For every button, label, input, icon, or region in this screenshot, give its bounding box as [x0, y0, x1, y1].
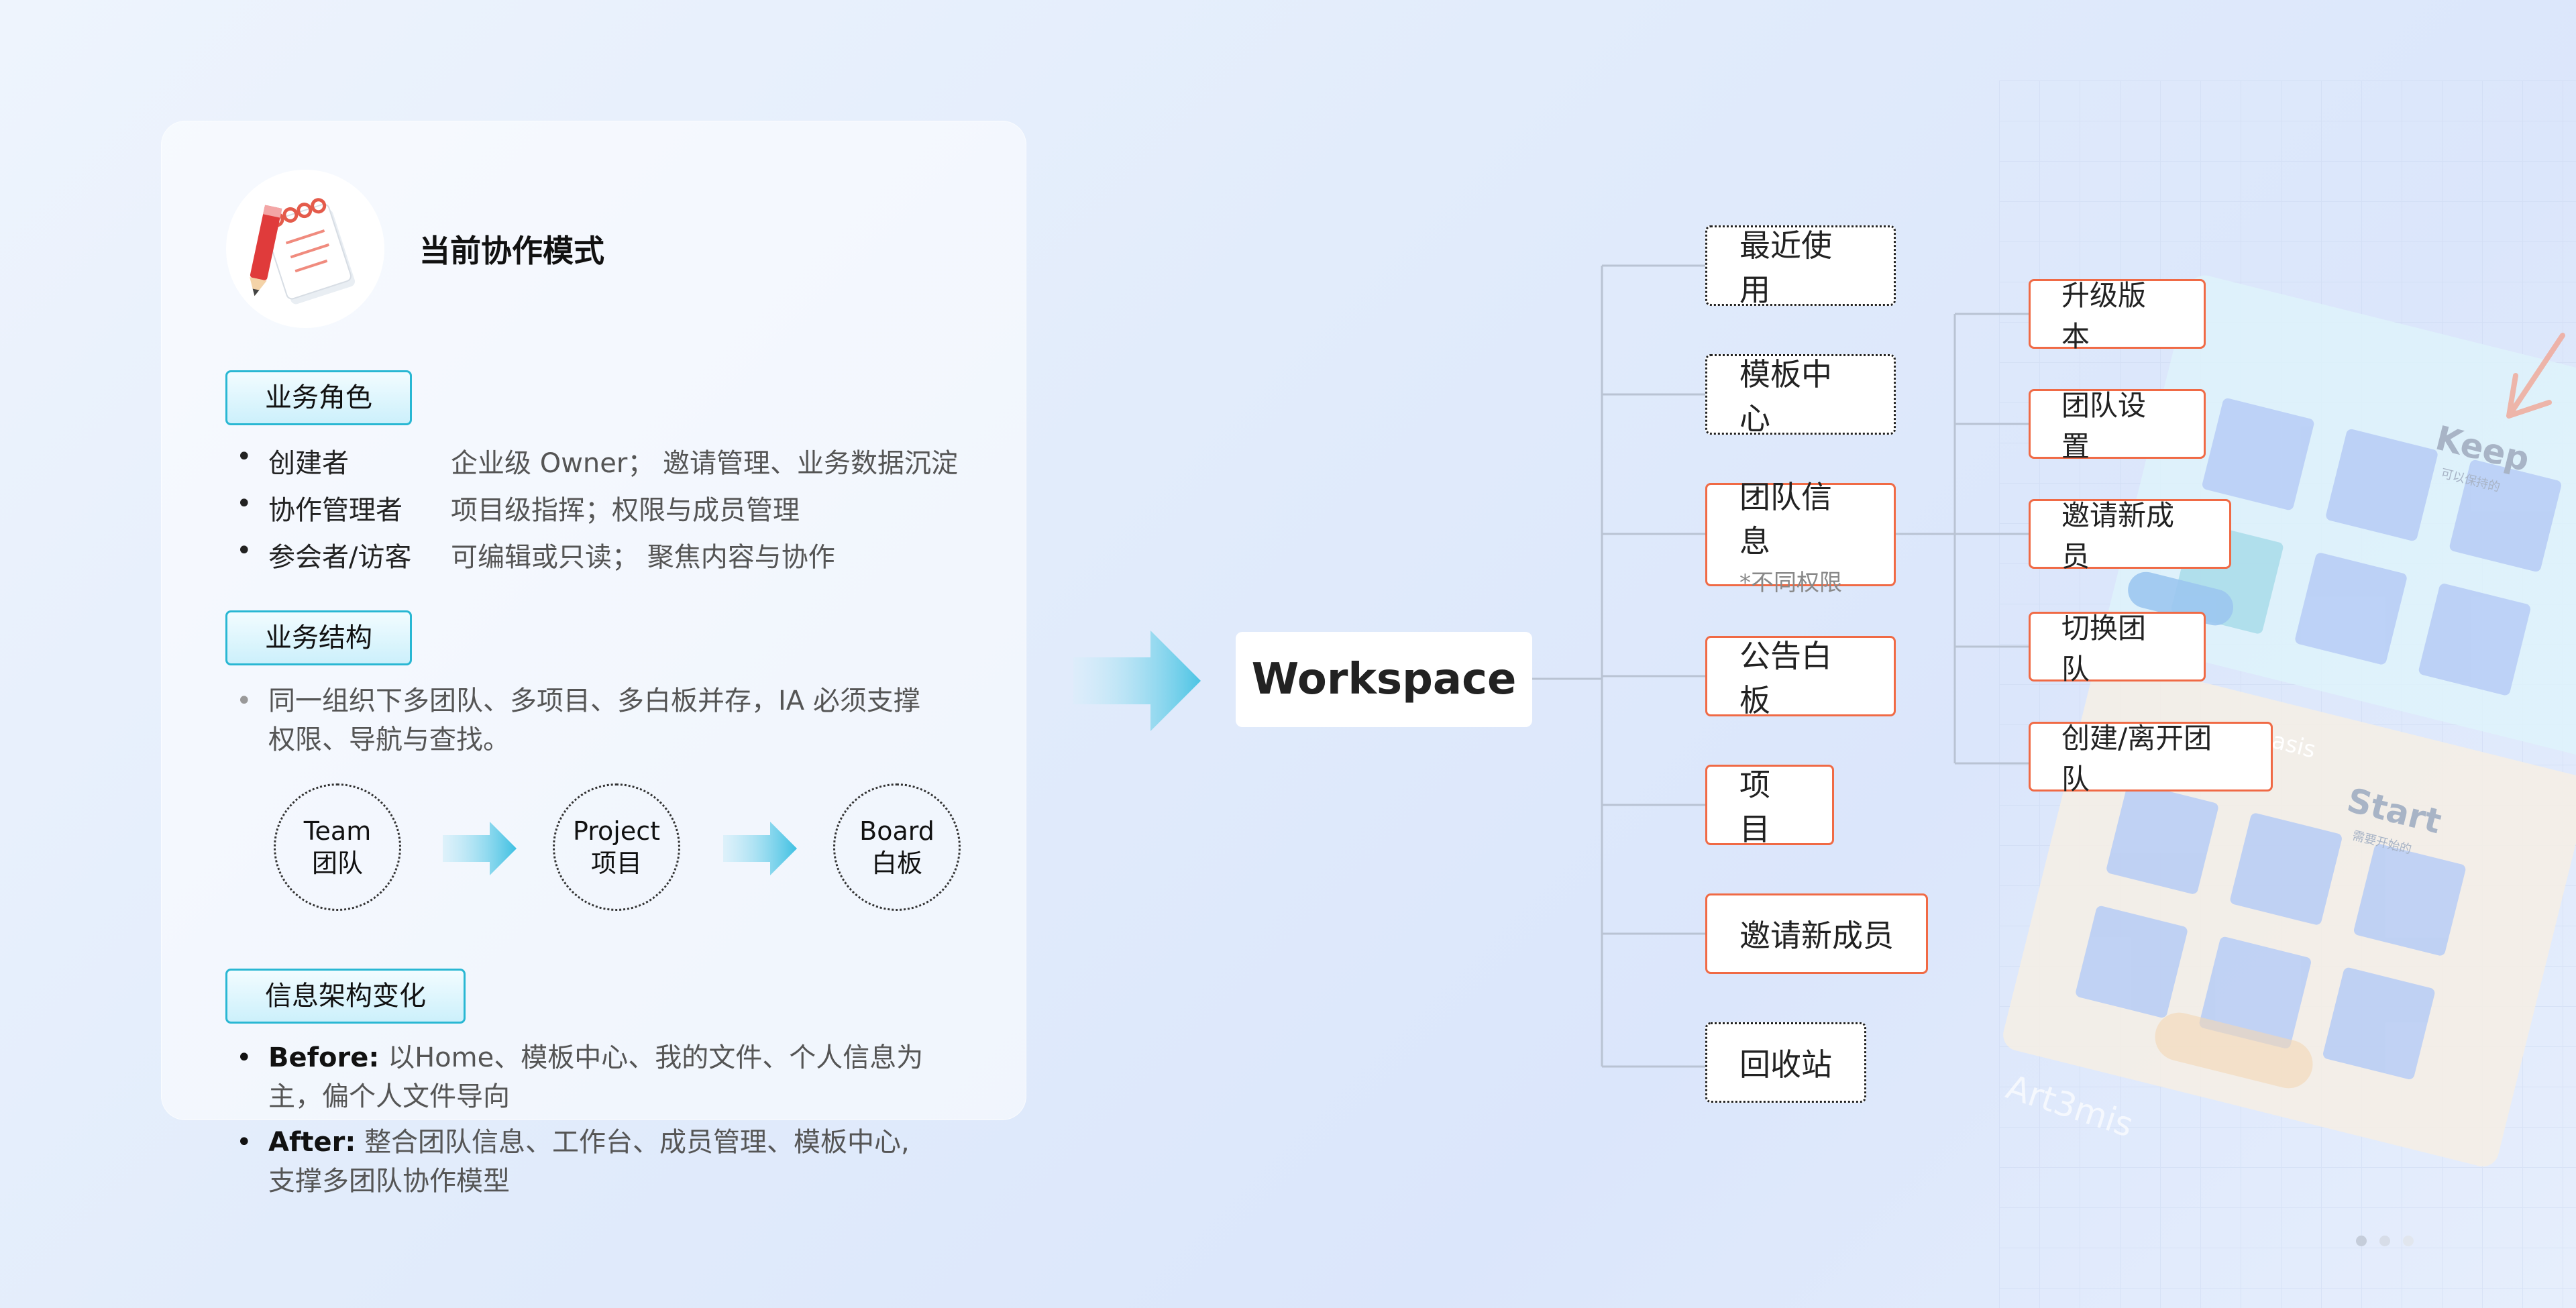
after-bullet: • After: 整合团队信息、工作台、成员管理、模板中心, 支撑多团队协作模型: [236, 1123, 1014, 1201]
decorative-board-background: Keep 可以保持的 Start 需要开始的 Oasis Art3mis: [1999, 80, 2576, 1308]
node-label: 公告白板: [1739, 638, 1832, 718]
node-invite-new-member[interactable]: 邀请新成员: [2029, 499, 2231, 573]
notebook-icon-container: [226, 170, 384, 328]
bullet-dot: •: [236, 1127, 252, 1158]
node-recycle-bin[interactable]: 回收站: [1705, 1022, 1866, 1103]
role-desc: 项目级指挥；权限与成员管理: [451, 495, 800, 526]
flow-node-team: Team 团队: [274, 783, 401, 911]
node-label: 团队信息: [1739, 478, 1832, 559]
node-team-info[interactable]: 团队信息 *不同权限: [1705, 479, 1896, 596]
node-invite-member[interactable]: 邀请新成员: [1705, 893, 1928, 974]
bullet-dot: •: [236, 1042, 252, 1073]
after-label: After:: [268, 1127, 356, 1158]
role-name: 参会者/访客: [268, 542, 412, 573]
node-label: 邀请新成员: [1739, 918, 1894, 954]
role-name: 创建者: [268, 448, 349, 479]
before-bullet: • Before: 以Home、模板中心、我的文件、个人信息为 主，偏个人文件导…: [236, 1038, 1014, 1116]
node-template-center[interactable]: 模板中心: [1705, 354, 1896, 437]
node-label: 模板中心: [1739, 356, 1832, 437]
after-text: 整合团队信息、工作台、成员管理、模板中心,: [364, 1127, 910, 1158]
node-label: 团队设置: [2061, 389, 2147, 463]
flow-node-zh: 项目: [590, 849, 642, 878]
node-label: 邀请新成员: [2061, 499, 2175, 573]
before-label: Before:: [268, 1042, 380, 1073]
flow-node-zh: 白板: [871, 849, 922, 878]
flow-node-en: Team: [303, 816, 372, 846]
before-line2: 主，偏个人文件导向: [268, 1081, 510, 1112]
node-team-settings[interactable]: 团队设置: [2029, 389, 2206, 463]
role-desc: 可编辑或只读； 聚焦内容与协作: [451, 542, 835, 573]
before-line1: Before: 以Home、模板中心、我的文件、个人信息为: [268, 1038, 1014, 1077]
after-line1: After: 整合团队信息、工作台、成员管理、模板中心,: [268, 1123, 1014, 1162]
workspace-root-node: Workspace: [1236, 632, 1532, 727]
node-project[interactable]: 项目: [1705, 765, 1834, 847]
structure-bullet: • 同一组织下多团队、多项目、多白板并存，IA 必须支撑 权限、导航与查找。: [236, 682, 1001, 759]
big-arrow-icon: [1073, 627, 1201, 737]
structure-tag: 业务结构: [225, 610, 412, 665]
flow-node-zh: 团队: [311, 849, 363, 878]
node-switch-team[interactable]: 切换团队: [2029, 612, 2206, 686]
node-recent[interactable]: 最近使用: [1705, 225, 1896, 308]
node-label: 回收站: [1739, 1046, 1832, 1083]
bullet-dot: •: [236, 488, 252, 519]
flow-node-en: Board: [859, 816, 934, 846]
node-label: 升级版本: [2061, 279, 2147, 353]
before-text: 以Home、模板中心、我的文件、个人信息为: [388, 1042, 924, 1073]
flow-node-board: Board 白板: [833, 783, 961, 911]
bullet-dot: •: [236, 535, 252, 566]
node-label: 切换团队: [2061, 612, 2147, 686]
bullet-dot: •: [236, 686, 252, 716]
node-sublabel: *不同权限: [1739, 569, 1842, 596]
node-announcement-board[interactable]: 公告白板: [1705, 636, 1896, 718]
ia-change-tag: 信息架构变化: [225, 969, 466, 1024]
structure-text-line2: 权限、导航与查找。: [268, 724, 510, 755]
flow-arrow-icon: [723, 818, 797, 881]
flow-node-project: Project 项目: [553, 783, 680, 911]
node-create-leave-team[interactable]: 创建/离开团队: [2029, 722, 2273, 796]
after-line2: 支撑多团队协作模型: [268, 1166, 510, 1197]
roles-tag: 业务角色: [225, 370, 412, 425]
node-label: 创建/离开团队: [2061, 722, 2212, 796]
flow-node-en: Project: [572, 816, 660, 846]
structure-text-line1: 同一组织下多团队、多项目、多白板并存，IA 必须支撑: [268, 686, 920, 716]
bullet-dot: •: [236, 441, 252, 472]
role-desc: 企业级 Owner； 邀请管理、业务数据沉淀: [451, 448, 959, 479]
node-label: 项目: [1739, 767, 1770, 847]
role-name: 协作管理者: [268, 495, 402, 526]
node-upgrade-plan[interactable]: 升级版本: [2029, 279, 2206, 353]
flow-arrow-icon: [443, 818, 517, 881]
card-title: 当前协作模式: [419, 233, 604, 269]
node-label: 最近使用: [1739, 227, 1832, 308]
notebook-pencil-icon: [250, 198, 356, 305]
